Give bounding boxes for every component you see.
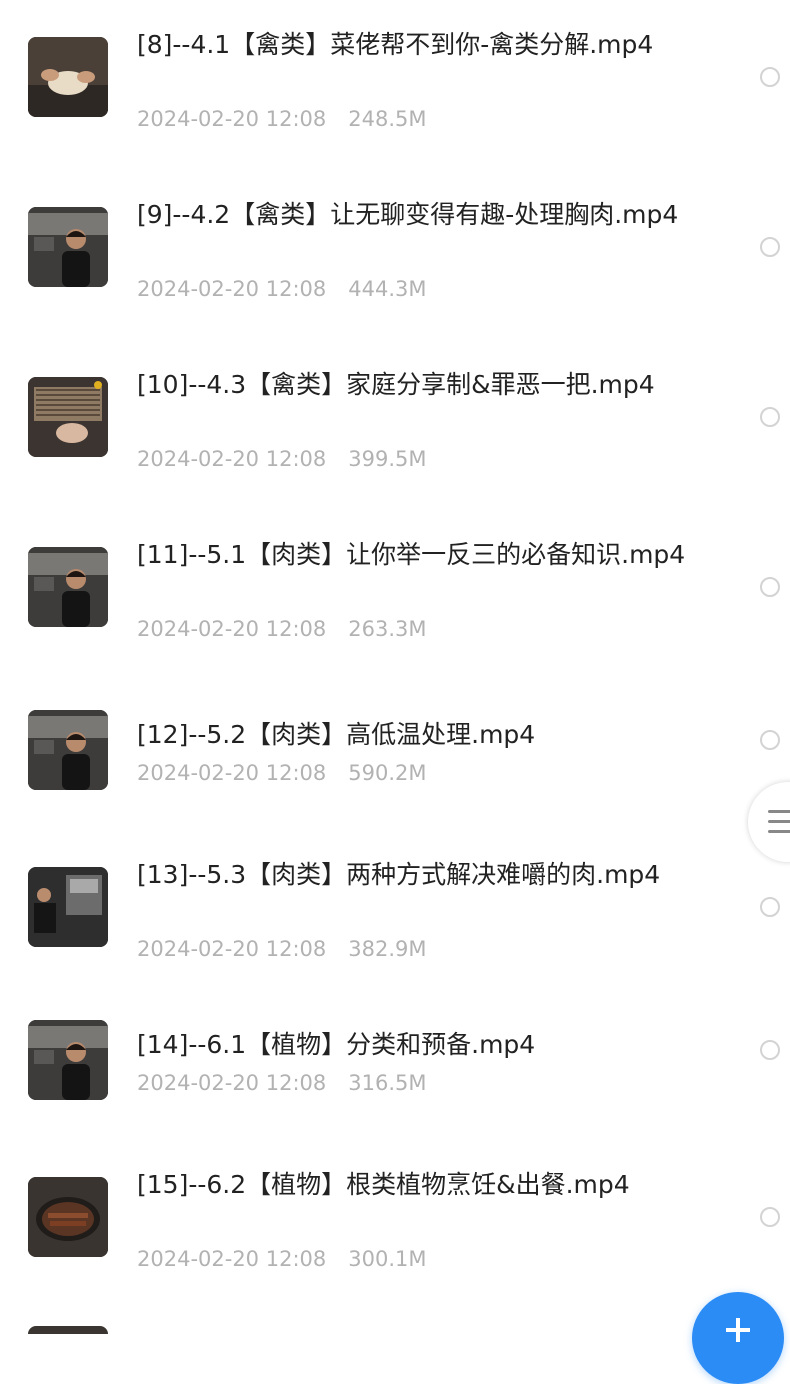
video-thumbnail-chef: [28, 207, 108, 287]
file-thumbnail: [28, 207, 108, 287]
file-date: 2024-02-20 12:08: [137, 447, 327, 471]
file-meta: 2024-02-20 12:08 590.2M: [137, 759, 427, 787]
file-name: [11]--5.1【肉类】让你举一反三的必备知识.mp4: [137, 540, 686, 569]
file-thumbnail: [28, 377, 108, 457]
file-meta: 2024-02-20 12:08 399.5M: [137, 445, 427, 473]
file-date: 2024-02-20 12:08: [137, 1247, 327, 1271]
radio-circle-icon[interactable]: [760, 577, 780, 597]
radio-circle-icon[interactable]: [760, 1040, 780, 1060]
file-date: 2024-02-20 12:08: [137, 617, 327, 641]
file-date: 2024-02-20 12:08: [137, 277, 327, 301]
file-meta: 2024-02-20 12:08 444.3M: [137, 275, 427, 303]
file-size: 263.3M: [348, 617, 427, 641]
video-thumbnail-chef: [28, 1020, 108, 1100]
file-item[interactable]: [15]--6.2【植物】根类植物烹饪&出餐.mp4 2024-02-20 12:…: [0, 1140, 790, 1300]
radio-circle-icon[interactable]: [760, 407, 780, 427]
file-meta: 2024-02-20 12:08 316.5M: [137, 1069, 427, 1097]
radio-circle-icon[interactable]: [760, 897, 780, 917]
video-thumbnail-poultry-prep: [28, 37, 108, 117]
file-thumbnail: [28, 710, 108, 790]
file-thumbnail: [28, 1177, 108, 1257]
menu-lines-icon: [768, 810, 790, 833]
video-thumbnail-pan: [28, 1177, 108, 1257]
file-size: 444.3M: [348, 277, 427, 301]
file-size: 316.5M: [348, 1071, 427, 1095]
video-thumbnail-chef: [28, 710, 108, 790]
video-thumbnail-oven-tray: [28, 377, 108, 457]
add-button[interactable]: [692, 1292, 784, 1384]
file-name: [14]--6.1【植物】分类和预备.mp4: [137, 1030, 536, 1059]
file-thumbnail: [28, 1020, 108, 1100]
file-name: [10]--4.3【禽类】家庭分享制&罪恶一把.mp4: [137, 370, 655, 399]
file-size: 248.5M: [348, 107, 427, 131]
file-item[interactable]: [14]--6.1【植物】分类和预备.mp4 2024-02-20 12:08 31…: [0, 990, 790, 1150]
file-list: [8]--4.1【禽类】菜佬帮不到你-禽类分解.mp4 2024-02-20 12…: [0, 0, 790, 1334]
file-name: [12]--5.2【肉类】高低温处理.mp4: [137, 720, 536, 749]
video-thumbnail-chef: [28, 547, 108, 627]
file-meta: 2024-02-20 12:08 263.3M: [137, 615, 427, 643]
file-size: 399.5M: [348, 447, 427, 471]
file-thumbnail: [28, 37, 108, 117]
file-size: 300.1M: [348, 1247, 427, 1271]
file-item[interactable]: [13]--5.3【肉类】两种方式解决难嚼的肉.mp4 2024-02-20 12…: [0, 830, 790, 990]
radio-circle-icon[interactable]: [760, 67, 780, 87]
file-thumbnail: [28, 547, 108, 627]
file-meta: 2024-02-20 12:08 248.5M: [137, 105, 427, 133]
file-size: 382.9M: [348, 937, 427, 961]
file-name: [9]--4.2【禽类】让无聊变得有趣-处理胸肉.mp4: [137, 200, 679, 229]
file-name: [13]--5.3【肉类】两种方式解决难嚼的肉.mp4: [137, 860, 661, 889]
radio-circle-icon[interactable]: [760, 730, 780, 750]
file-meta: 2024-02-20 12:08 382.9M: [137, 935, 427, 963]
file-item[interactable]: [11]--5.1【肉类】让你举一反三的必备知识.mp4 2024-02-20 1…: [0, 510, 790, 670]
file-item[interactable]: [12]--5.2【肉类】高低温处理.mp4 2024-02-20 12:08 59…: [0, 680, 790, 840]
file-date: 2024-02-20 12:08: [137, 761, 327, 785]
radio-circle-icon[interactable]: [760, 237, 780, 257]
file-thumbnail-partial: [28, 1326, 108, 1334]
file-item[interactable]: [10]--4.3【禽类】家庭分享制&罪恶一把.mp4 2024-02-20 12…: [0, 340, 790, 500]
file-item[interactable]: [8]--4.1【禽类】菜佬帮不到你-禽类分解.mp4 2024-02-20 12…: [0, 0, 790, 160]
file-item[interactable]: [9]--4.2【禽类】让无聊变得有趣-处理胸肉.mp4 2024-02-20 1…: [0, 170, 790, 330]
file-name: [15]--6.2【植物】根类植物烹饪&出餐.mp4: [137, 1170, 630, 1199]
file-name: [8]--4.1【禽类】菜佬帮不到你-禽类分解.mp4: [137, 30, 654, 59]
radio-circle-icon[interactable]: [760, 1207, 780, 1227]
file-thumbnail: [28, 867, 108, 947]
file-date: 2024-02-20 12:08: [137, 937, 327, 961]
file-date: 2024-02-20 12:08: [137, 1071, 327, 1095]
plus-icon: [726, 1318, 750, 1342]
video-thumbnail-kitchen: [28, 867, 108, 947]
file-meta: 2024-02-20 12:08 300.1M: [137, 1245, 427, 1273]
file-size: 590.2M: [348, 761, 427, 785]
file-date: 2024-02-20 12:08: [137, 107, 327, 131]
